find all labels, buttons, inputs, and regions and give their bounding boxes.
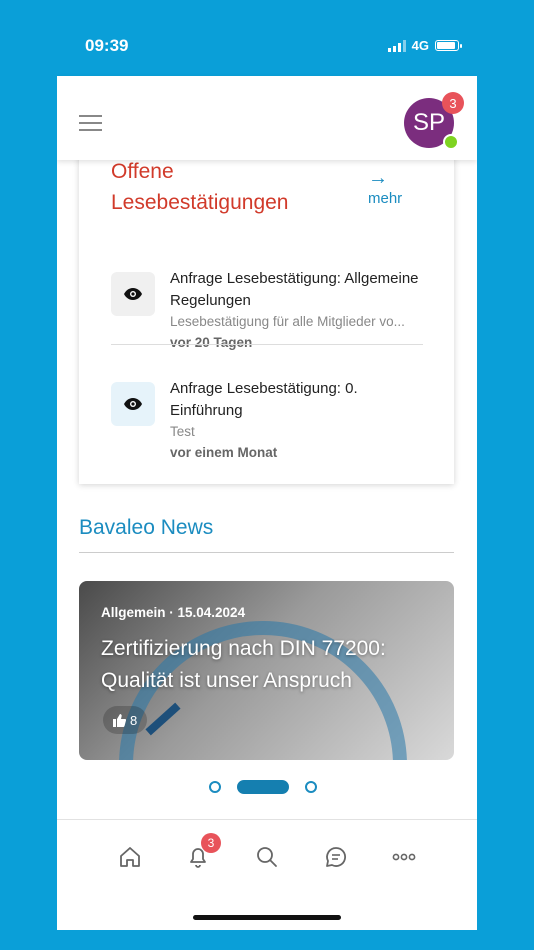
like-button[interactable]: 8: [103, 706, 148, 734]
menu-icon[interactable]: [79, 115, 102, 136]
bell-badge: 3: [201, 833, 221, 853]
home-indicator: [193, 915, 341, 920]
eye-icon: [111, 272, 155, 316]
status-time: 09:39: [85, 36, 129, 55]
eye-icon: [111, 382, 155, 426]
news-card[interactable]: Allgemein · 15.04.2024 Zertifizierung na…: [79, 581, 454, 760]
carousel-dot-active[interactable]: [237, 780, 289, 794]
chat-icon[interactable]: [323, 844, 349, 870]
more-label: mehr: [368, 190, 403, 207]
more-icon[interactable]: [391, 844, 417, 870]
item-title: Anfrage Lesebestätigung: 0. Einführung: [170, 380, 358, 419]
signal-icon: [387, 39, 406, 52]
status-bar: 09:39 4G: [57, 22, 477, 76]
news-category-date: Allgemein · 15.04.2024: [101, 605, 246, 620]
bottom-tab-bar: 3: [57, 819, 477, 930]
card-title: Offene Lesebestätigungen: [111, 160, 289, 214]
app-header: SP 3: [57, 76, 477, 160]
thumbs-up-icon: [113, 713, 126, 727]
divider: [111, 344, 423, 345]
open-read-confirmations-card: Offene Lesebestätigungen → mehr Anfrage …: [79, 122, 454, 484]
item-title: Anfrage Lesebestätigung: Allgemeine Rege…: [170, 270, 419, 309]
item-time: vor einem Monat: [170, 445, 278, 460]
notification-badge: 3: [442, 92, 464, 114]
carousel-dot[interactable]: [209, 781, 221, 793]
news-section-title: Bavaleo News: [79, 516, 214, 539]
phone-screen: 09:39 4G SP 3 Offene Lesebestätigungen →…: [57, 22, 477, 930]
home-icon[interactable]: [117, 844, 143, 870]
news-divider: [79, 552, 454, 553]
carousel-pagination: [209, 780, 317, 794]
carousel-dot[interactable]: [305, 781, 317, 793]
item-time: vor 20 Tagen: [170, 335, 253, 350]
status-indicators: 4G: [387, 38, 462, 53]
battery-icon: [435, 40, 462, 51]
online-status-dot: [443, 134, 459, 150]
avatar-initials: SP: [412, 109, 445, 136]
item-subtitle: Lesebestätigung für alle Mitglieder vo..…: [170, 314, 405, 329]
network-label: 4G: [411, 38, 429, 53]
news-headline: Zertifizierung nach DIN 77200: Qualität …: [101, 637, 386, 692]
more-link[interactable]: → mehr: [368, 168, 402, 209]
arrow-right-icon: →: [368, 167, 388, 189]
like-count: 8: [130, 712, 138, 728]
search-icon[interactable]: [254, 844, 280, 870]
item-subtitle: Test: [170, 424, 195, 439]
